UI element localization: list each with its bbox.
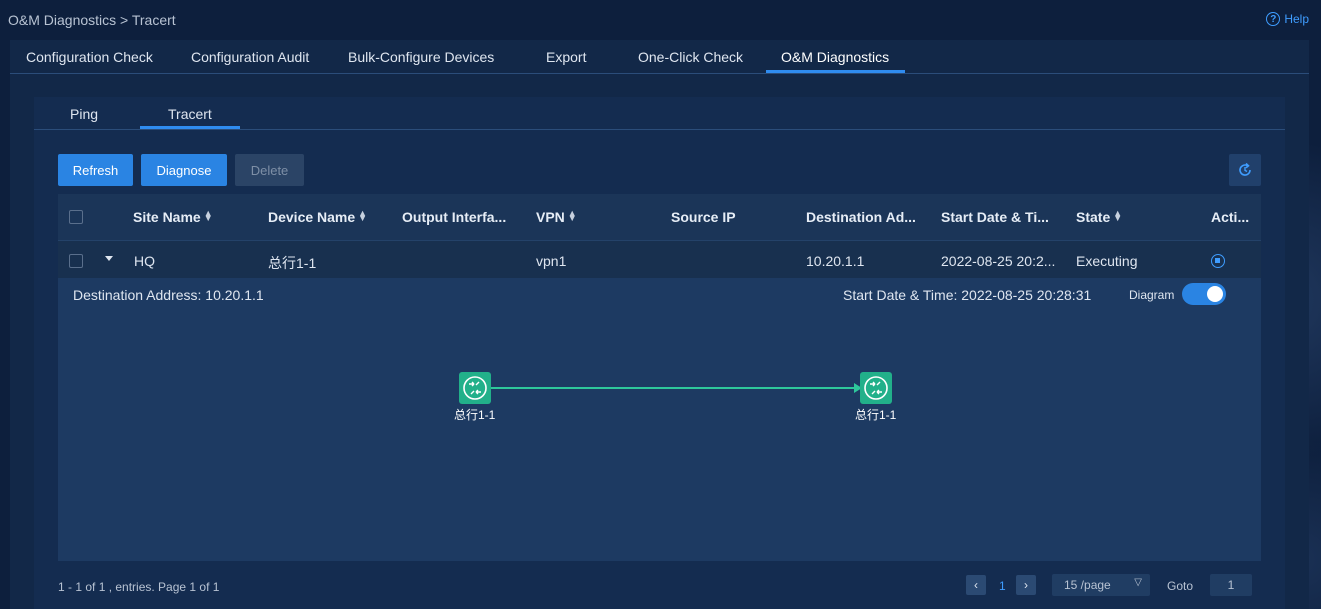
refresh-button[interactable]: Refresh xyxy=(58,154,133,186)
tab-one-click-check[interactable]: One-Click Check xyxy=(638,49,743,65)
active-subtab-indicator xyxy=(140,126,240,129)
page-size-value: 15 /page xyxy=(1064,578,1111,592)
active-tab-indicator xyxy=(766,70,905,73)
top-bar: O&M Diagnostics > Tracert ? Help xyxy=(0,0,1321,40)
row-checkbox[interactable] xyxy=(69,254,83,268)
column-label: VPN xyxy=(536,209,565,225)
goto-page-input[interactable] xyxy=(1210,574,1252,596)
main-tab-bar: Configuration Check Configuration Audit … xyxy=(10,40,1309,74)
sub-tab-bar: Ping Tracert xyxy=(34,97,1285,130)
page-number[interactable]: 1 xyxy=(999,579,1006,593)
sort-icon: ▲ ▼ xyxy=(358,208,368,223)
cell-vpn: vpn1 xyxy=(536,253,567,269)
diagram-toggle[interactable] xyxy=(1182,283,1226,305)
column-device-name[interactable]: Device Name ▲ ▼ xyxy=(268,208,368,226)
tracert-panel: Ping Tracert Refresh Diagnose Delete Sit… xyxy=(34,97,1285,609)
router-icon xyxy=(463,376,487,400)
tab-configuration-audit[interactable]: Configuration Audit xyxy=(191,49,309,65)
delete-button[interactable]: Delete xyxy=(235,154,304,186)
destination-node-label: 总行1-1 xyxy=(855,408,897,422)
column-label: Site Name xyxy=(133,209,201,225)
goto-label: Goto xyxy=(1167,579,1194,593)
table-row: HQ 总行1-1 vpn1 10.20.1.1 2022-08-25 20:2.… xyxy=(58,240,1261,279)
diagnose-button[interactable]: Diagnose xyxy=(141,154,227,186)
cell-site-name: HQ xyxy=(134,253,155,269)
next-page-button[interactable]: › xyxy=(1016,575,1036,595)
pagination-summary: 1 - 1 of 1 , entries. Page 1 of 1 xyxy=(58,580,220,594)
column-action: Acti... xyxy=(1211,209,1250,225)
detail-start-time: Start Date & Time: 2022-08-25 20:28:31 xyxy=(843,287,1092,303)
diagram-toggle-label: Diagram xyxy=(1129,288,1175,302)
prev-page-button[interactable]: ‹ xyxy=(966,575,986,595)
page-size-select[interactable]: 15 /page ▽ xyxy=(1052,574,1150,596)
expand-caret-icon[interactable] xyxy=(105,256,113,261)
column-state[interactable]: State ▲ ▼ xyxy=(1076,208,1123,226)
detail-destination: Destination Address: 10.20.1.1 xyxy=(73,287,264,303)
select-all-checkbox[interactable] xyxy=(69,210,83,224)
chevron-right-icon: › xyxy=(1024,578,1028,592)
source-node-label: 总行1-1 xyxy=(454,408,496,422)
tab-ping[interactable]: Ping xyxy=(70,106,98,122)
column-site-name[interactable]: Site Name ▲ ▼ xyxy=(133,208,213,226)
trace-link xyxy=(491,387,859,389)
chevron-down-icon: ▽ xyxy=(1134,577,1142,588)
cell-state: Executing xyxy=(1076,253,1138,269)
column-source-ip: Source IP xyxy=(671,209,736,225)
reload-button[interactable] xyxy=(1229,154,1261,186)
column-label: Device Name xyxy=(268,209,356,225)
help-link[interactable]: ? Help xyxy=(1266,12,1309,26)
cell-start-time: 2022-08-25 20:2... xyxy=(941,253,1056,269)
tab-bulk-configure-devices[interactable]: Bulk-Configure Devices xyxy=(348,49,494,65)
row-detail-panel: Destination Address: 10.20.1.1 Start Dat… xyxy=(58,278,1261,561)
tab-export[interactable]: Export xyxy=(546,49,586,65)
breadcrumb: O&M Diagnostics > Tracert xyxy=(8,12,176,28)
cell-destination: 10.20.1.1 xyxy=(806,253,865,269)
column-vpn[interactable]: VPN ▲ ▼ xyxy=(536,208,577,226)
column-label: State xyxy=(1076,209,1111,225)
tab-configuration-check[interactable]: Configuration Check xyxy=(26,49,153,65)
table-header: Site Name ▲ ▼ Device Name ▲ ▼ Output Interfa… xyxy=(58,194,1261,240)
stop-icon[interactable] xyxy=(1211,254,1225,268)
chevron-left-icon: ‹ xyxy=(974,578,978,592)
sort-icon: ▲ ▼ xyxy=(567,208,577,223)
toggle-knob xyxy=(1207,286,1223,302)
help-label: Help xyxy=(1284,12,1309,26)
router-icon xyxy=(864,376,888,400)
cell-device-name: 总行1-1 xyxy=(268,255,317,271)
column-destination: Destination Ad... xyxy=(806,209,916,225)
tab-tracert[interactable]: Tracert xyxy=(168,106,212,122)
pagination-bar: 1 - 1 of 1 , entries. Page 1 of 1 ‹ 1 › … xyxy=(58,573,1261,603)
sort-icon: ▲ ▼ xyxy=(1113,208,1123,223)
source-node[interactable] xyxy=(459,372,491,404)
destination-node[interactable] xyxy=(860,372,892,404)
help-circle-icon: ? xyxy=(1266,12,1281,26)
column-output-interface: Output Interfa... xyxy=(402,209,507,225)
reload-icon xyxy=(1239,162,1251,176)
column-start-time: Start Date & Ti... xyxy=(941,209,1049,225)
tab-om-diagnostics[interactable]: O&M Diagnostics xyxy=(781,49,889,65)
sort-icon: ▲ ▼ xyxy=(203,208,213,223)
